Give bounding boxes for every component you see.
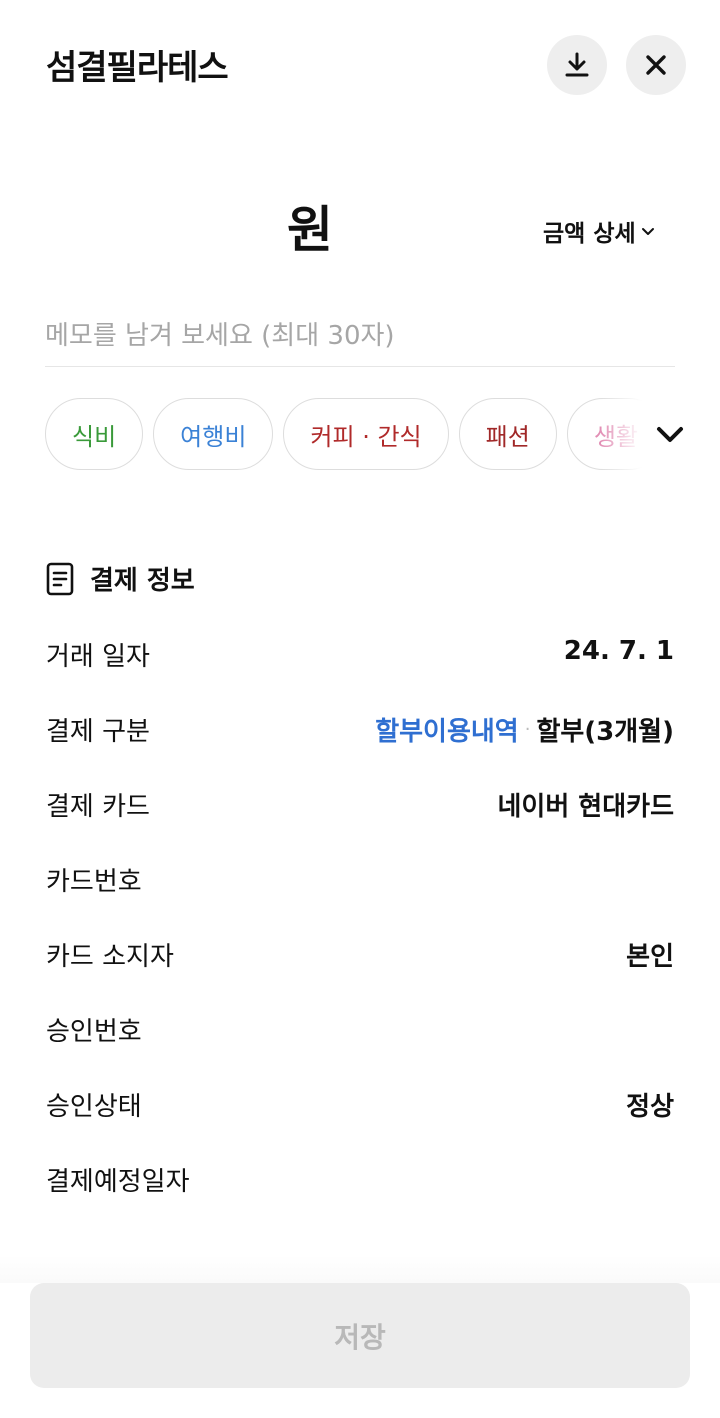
row-label: 거래 일자	[46, 642, 150, 672]
expand-categories-button[interactable]	[652, 416, 688, 452]
installment-history-link[interactable]: 할부이용내역	[375, 711, 519, 748]
transaction-detail-sheet: 섬결필라테스 원 금액 상세 식비 여행비 커피 · 간식 패션	[0, 0, 720, 1418]
category-chip-label: 패션	[485, 422, 530, 451]
separator-dot: ·	[524, 719, 531, 740]
category-chip-label: 커피 · 간식	[310, 422, 422, 451]
chevron-down-icon	[657, 427, 683, 442]
category-chip-label: 식비	[72, 422, 117, 451]
merchant-title: 섬결필라테스	[46, 48, 229, 88]
chip-list-fade	[600, 396, 660, 476]
row-scheduled-payment-date: 결제예정일자	[46, 1155, 674, 1230]
row-value: 할부(3개월)	[536, 717, 674, 747]
download-button[interactable]	[547, 35, 607, 95]
category-chip-travel[interactable]: 여행비	[153, 398, 274, 470]
row-value: 24. 7. 1	[563, 636, 674, 666]
save-button[interactable]: 저장	[30, 1283, 690, 1388]
row-card-holder: 카드 소지자 본인	[46, 930, 674, 1005]
row-transaction-date: 거래 일자 24. 7. 1	[46, 630, 674, 705]
document-icon	[46, 562, 74, 595]
row-value: 정상	[626, 1092, 674, 1122]
amount-detail-toggle[interactable]: 금액 상세	[543, 214, 656, 248]
row-label: 승인상태	[46, 1092, 142, 1122]
row-label: 결제예정일자	[46, 1167, 190, 1197]
category-chip-label: 여행비	[180, 422, 247, 451]
footer-fade	[0, 1255, 720, 1283]
download-icon	[565, 52, 589, 77]
row-label: 결제 카드	[46, 792, 150, 822]
row-payment-card: 결제 카드 네이버 현대카드	[46, 780, 674, 855]
category-chip-coffee-snack[interactable]: 커피 · 간식	[283, 398, 449, 470]
chevron-down-icon	[641, 228, 654, 235]
row-approval-status: 승인상태 정상	[46, 1080, 674, 1155]
category-chip-fashion[interactable]: 패션	[458, 398, 557, 470]
row-value-group: 할부이용내역 · 할부(3개월)	[375, 711, 674, 748]
row-label: 카드번호	[46, 867, 142, 897]
row-payment-type: 결제 구분 할부이용내역 · 할부(3개월)	[46, 705, 674, 780]
row-value: 본인	[626, 942, 674, 972]
payment-info-heading: 결제 정보	[46, 560, 195, 597]
amount-value: 원	[287, 201, 333, 259]
header: 섬결필라테스	[0, 0, 720, 130]
row-label: 카드 소지자	[46, 942, 174, 972]
row-card-number: 카드번호	[46, 855, 674, 930]
memo-input[interactable]	[45, 306, 675, 367]
row-label: 승인번호	[46, 1017, 142, 1047]
amount-detail-label: 금액 상세	[543, 221, 636, 247]
category-chip-list: 식비 여행비 커피 · 간식 패션 생활	[45, 398, 655, 474]
close-button[interactable]	[626, 35, 686, 95]
close-icon	[646, 55, 666, 75]
section-title: 결제 정보	[90, 566, 195, 596]
category-chip-food[interactable]: 식비	[45, 398, 144, 470]
payment-info-list: 거래 일자 24. 7. 1 결제 구분 할부이용내역 · 할부(3개월) 결제…	[46, 630, 674, 1230]
row-value: 네이버 현대카드	[497, 792, 675, 822]
row-approval-number: 승인번호	[46, 1005, 674, 1080]
row-label: 결제 구분	[46, 717, 150, 747]
